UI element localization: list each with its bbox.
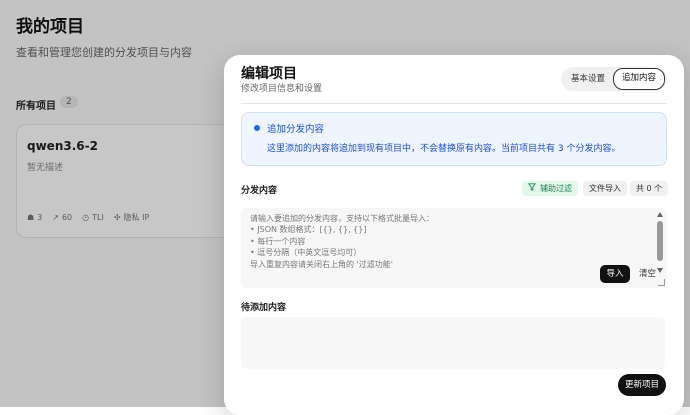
tab-basic-settings[interactable]: 基本设置	[563, 69, 613, 89]
pending-content-area	[241, 317, 665, 369]
edit-project-modal: 编辑项目 修改项目信息和设置 基本设置 追加内容 追加分发内容 这里添加的内容将…	[224, 55, 684, 415]
filter-button-label: 辅助过滤	[540, 184, 572, 193]
info-dot-icon	[254, 125, 260, 131]
scroll-up-icon[interactable]	[657, 212, 663, 217]
pending-section-label: 待添加内容	[241, 303, 287, 313]
modal-title: 编辑项目	[241, 66, 297, 82]
scroll-thumb[interactable]	[657, 221, 663, 261]
modal-tabs: 基本设置 追加内容	[561, 67, 667, 91]
filter-icon	[527, 181, 537, 196]
resize-handle-icon[interactable]	[658, 279, 665, 286]
info-banner-title: 追加分发内容	[267, 124, 325, 135]
import-button[interactable]: 导入	[600, 265, 630, 283]
content-section-label: 分发内容	[241, 186, 278, 196]
content-count-badge: 共 0 个	[630, 181, 669, 196]
clear-button[interactable]: 清空	[639, 265, 656, 283]
info-banner: 追加分发内容 这里添加的内容将追加到现有项目中，不会替换原有内容。当前项目共有 …	[241, 112, 667, 166]
scroll-down-icon[interactable]	[657, 268, 663, 273]
tab-append-content[interactable]: 追加内容	[613, 68, 665, 90]
modal-subtitle: 修改项目信息和设置	[241, 84, 323, 94]
textarea-scrollbar[interactable]	[657, 212, 663, 284]
info-banner-text: 这里添加的内容将追加到现有项目中，不会替换原有内容。当前项目共有 3 个分发内容…	[267, 144, 621, 154]
update-project-button[interactable]: 更新项目	[618, 374, 666, 396]
filter-toggle-button[interactable]: 辅助过滤	[522, 181, 578, 196]
header-divider	[241, 103, 667, 104]
file-import-button[interactable]: 文件导入	[583, 181, 627, 196]
content-textarea-placeholder: 请输入要追加的分发内容，支持以下格式批量导入： • JSON 数组格式：[{},…	[250, 214, 434, 269]
